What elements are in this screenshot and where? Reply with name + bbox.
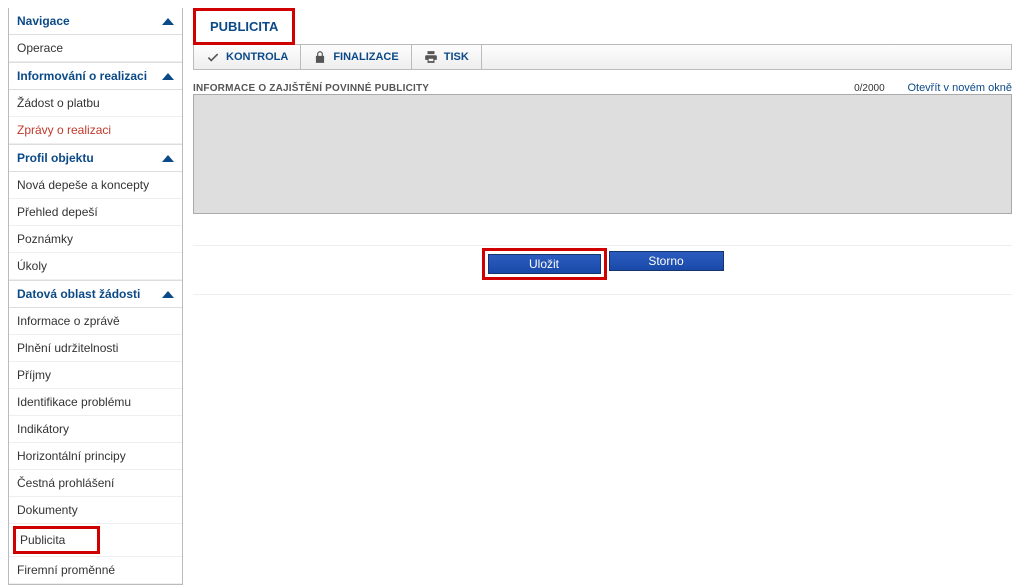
sidebar-item-operace[interactable]: Operace (9, 35, 182, 62)
sidebar-item-cestna-prohlaseni[interactable]: Čestná prohlášení (9, 470, 182, 497)
section-label: Datová oblast žádosti (17, 287, 140, 301)
divider (193, 294, 1012, 295)
info-right: 0/2000 Otevřít v novém okně (854, 82, 1012, 94)
sidebar-item-horizontalni-principy[interactable]: Horizontální principy (9, 443, 182, 470)
textarea-label: INFORMACE O ZAJIŠTĚNÍ POVINNÉ PUBLICITY (193, 83, 429, 94)
highlight-box: Publicita (13, 526, 100, 554)
sidebar-item-poznamky[interactable]: Poznámky (9, 226, 182, 253)
sidebar-item-publicita-wrap: Publicita (9, 524, 182, 557)
sidebar-item-ukoly[interactable]: Úkoly (9, 253, 182, 280)
sidebar-item-zadost-o-platbu[interactable]: Žádost o platbu (9, 90, 182, 117)
sidebar-item-zpravy-o-realizaci[interactable]: Zprávy o realizaci (9, 117, 182, 144)
section-label: Navigace (17, 14, 70, 28)
toolbar-tisk[interactable]: TISK (412, 45, 482, 69)
highlight-box: PUBLICITA (193, 8, 295, 45)
lock-icon (313, 50, 327, 64)
chevron-up-icon (162, 291, 174, 298)
sidebar-section-navigace[interactable]: Navigace (9, 8, 182, 35)
sidebar-item-identifikace-problemu[interactable]: Identifikace problému (9, 389, 182, 416)
sidebar-section-informovani[interactable]: Informování o realizaci (9, 62, 182, 90)
sidebar-item-nova-depese[interactable]: Nová depeše a koncepty (9, 172, 182, 199)
toolbar-label: FINALIZACE (333, 51, 398, 63)
chevron-up-icon (162, 155, 174, 162)
sidebar: Navigace Operace Informování o realizaci… (8, 8, 183, 585)
sidebar-item-dokumenty[interactable]: Dokumenty (9, 497, 182, 524)
sidebar-section-profil[interactable]: Profil objektu (9, 144, 182, 172)
section-label: Profil objektu (17, 151, 94, 165)
publicity-info-textarea[interactable] (193, 94, 1012, 214)
highlight-box: Uložit (482, 248, 607, 280)
sidebar-item-plneni-udrzitelnosti[interactable]: Plnění udržitelnosti (9, 335, 182, 362)
save-button[interactable]: Uložit (488, 254, 601, 274)
page-title: PUBLICITA (196, 11, 292, 42)
sidebar-item-prehled-depesi[interactable]: Přehled depeší (9, 199, 182, 226)
print-icon (424, 50, 438, 64)
toolbar-finalizace[interactable]: FINALIZACE (301, 45, 411, 69)
sidebar-item-publicita[interactable]: Publicita (16, 529, 93, 551)
sidebar-item-indikatory[interactable]: Indikátory (9, 416, 182, 443)
chevron-up-icon (162, 18, 174, 25)
open-new-window-link[interactable]: Otevřít v novém okně (907, 82, 1012, 94)
toolbar-label: TISK (444, 51, 469, 63)
check-icon (206, 50, 220, 64)
cancel-button[interactable]: Storno (609, 251, 724, 271)
sidebar-item-prijmy[interactable]: Příjmy (9, 362, 182, 389)
toolbar-label: KONTROLA (226, 51, 288, 63)
toolbar: KONTROLA FINALIZACE TISK (193, 44, 1012, 70)
sidebar-section-datova[interactable]: Datová oblast žádosti (9, 280, 182, 308)
char-counter: 0/2000 (854, 83, 885, 94)
section-label: Informování o realizaci (17, 69, 147, 83)
main-content: PUBLICITA KONTROLA FINALIZACE TISK INFOR… (183, 0, 1024, 532)
toolbar-kontrola[interactable]: KONTROLA (194, 45, 301, 69)
chevron-up-icon (162, 73, 174, 80)
sidebar-item-informace-o-zprave[interactable]: Informace o zprávě (9, 308, 182, 335)
sidebar-item-firemni-promenne[interactable]: Firemní proměnné (9, 557, 182, 584)
